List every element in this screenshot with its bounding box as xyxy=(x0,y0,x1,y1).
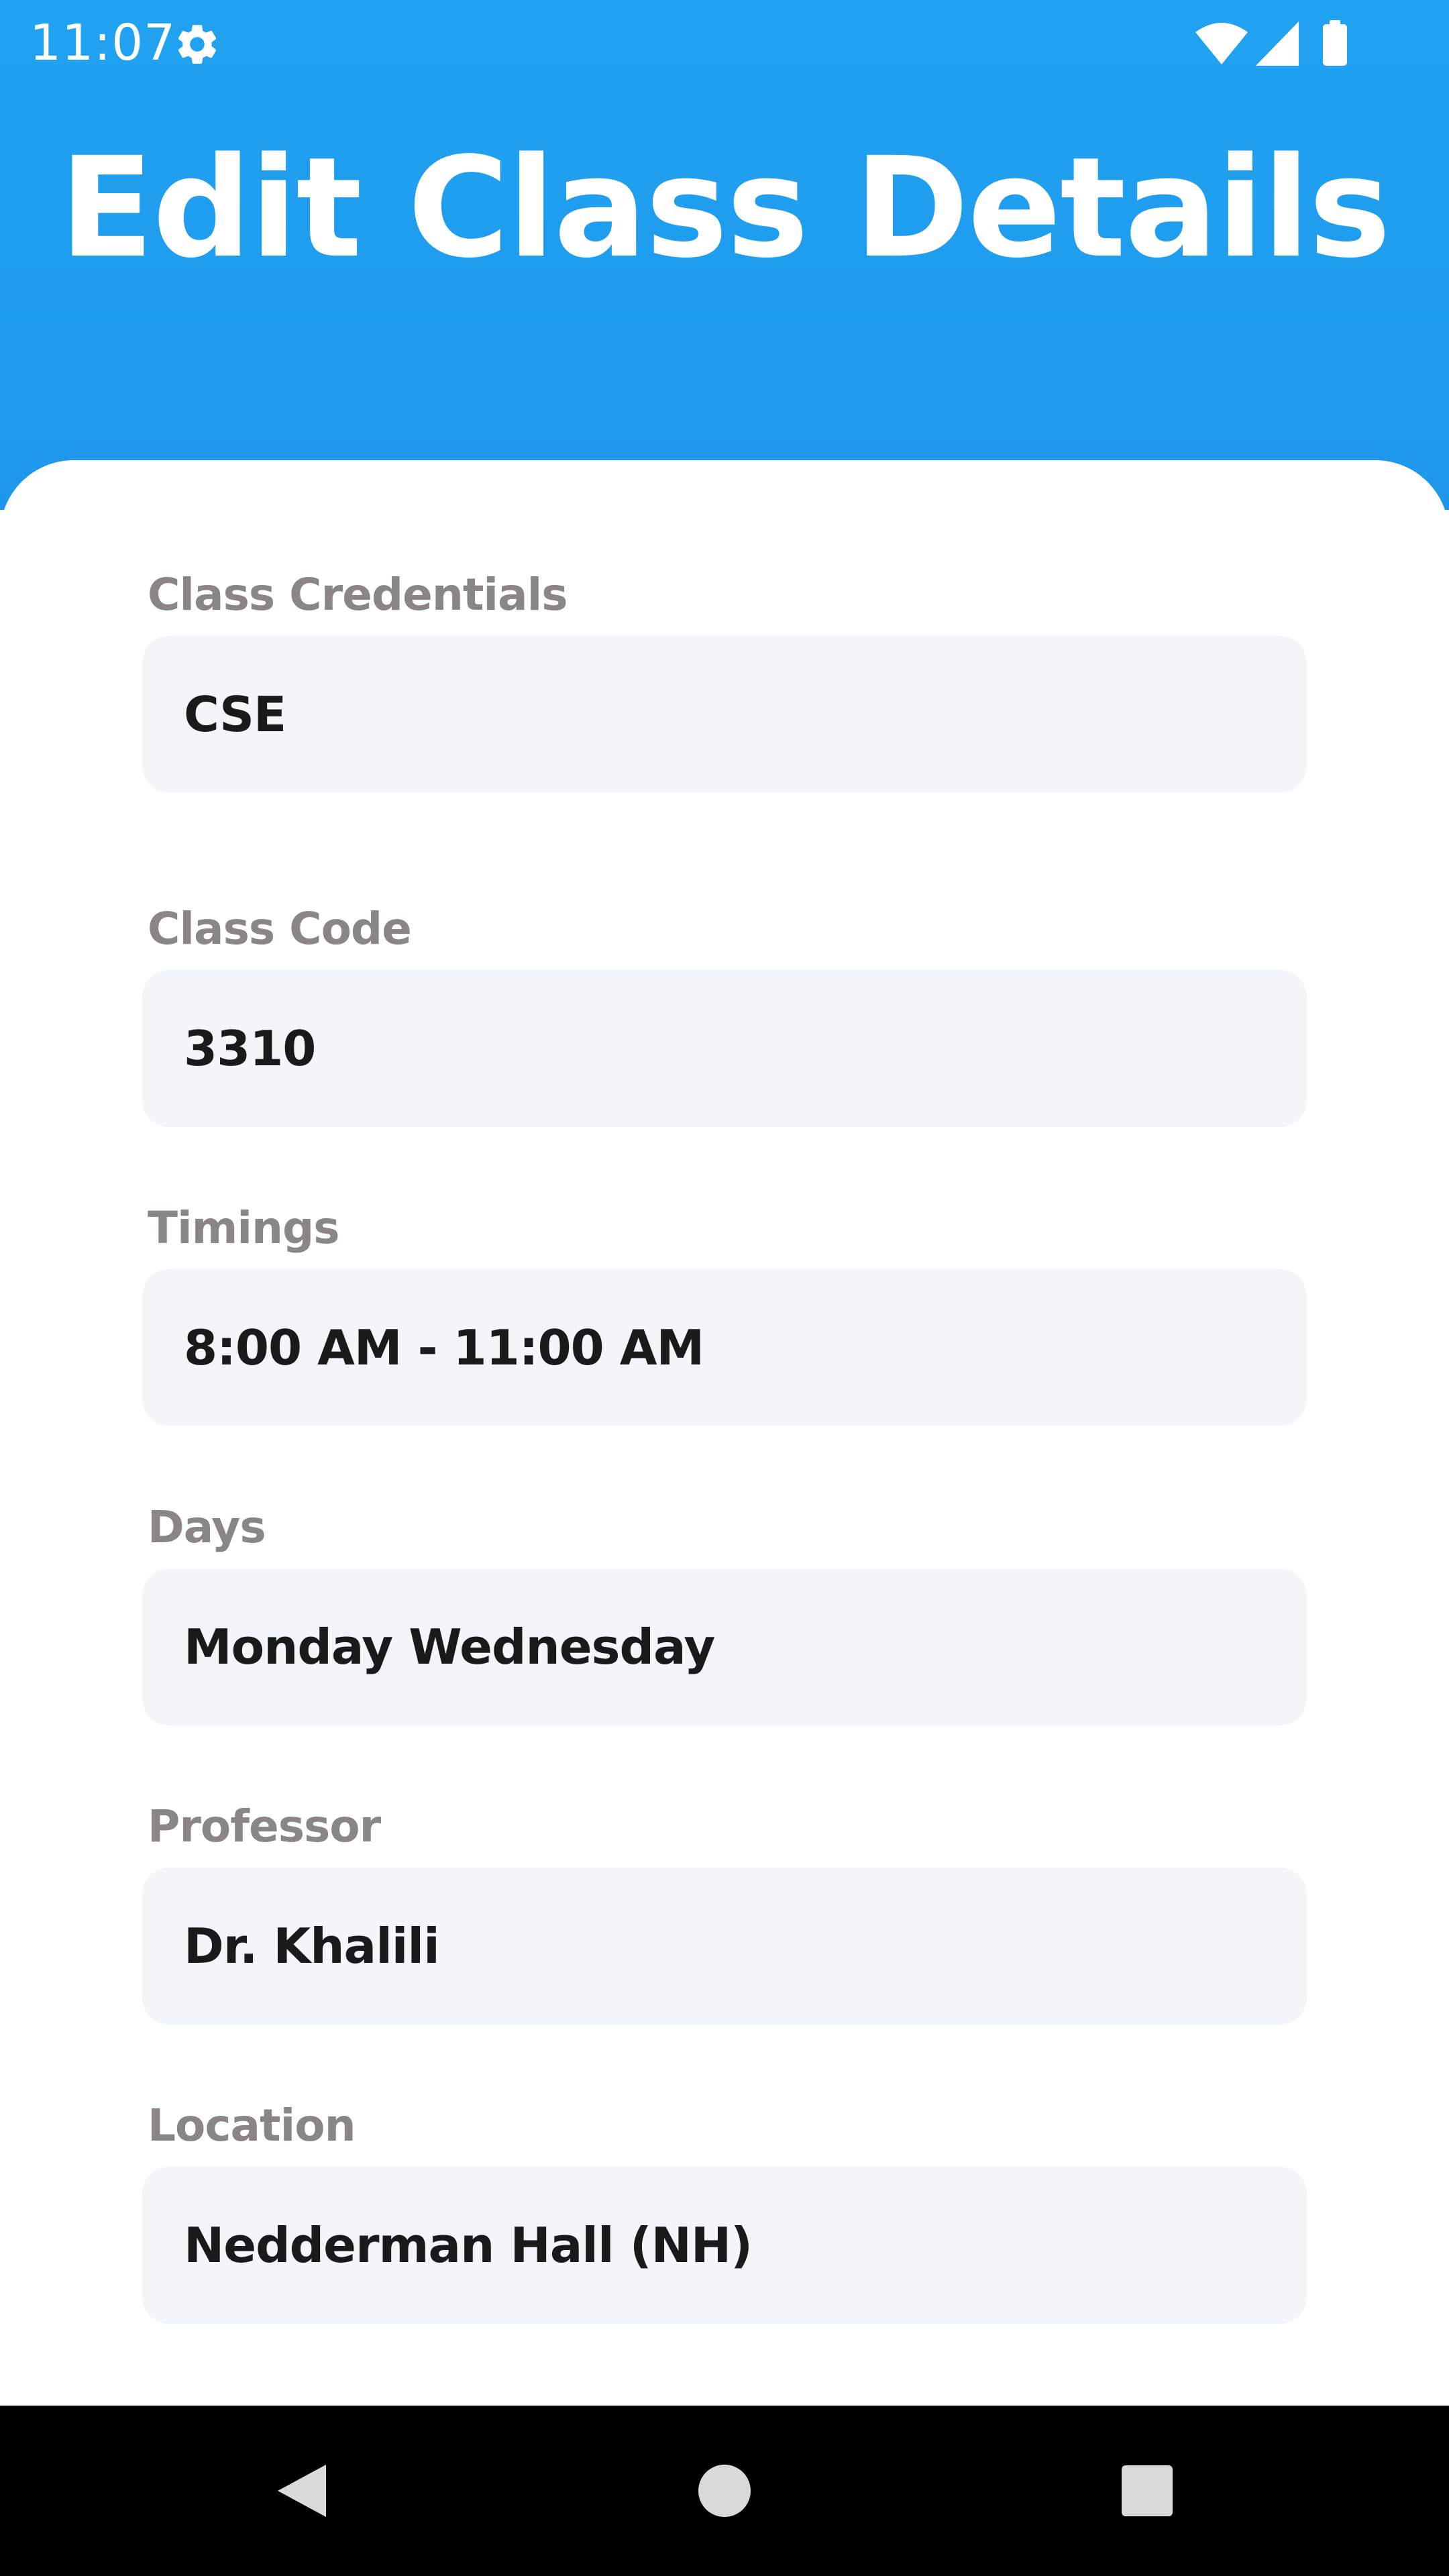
timings-value[interactable]: 8:00 AM - 11:00 AM xyxy=(184,1269,704,1426)
days-value[interactable]: Monday Wednesday xyxy=(184,1568,715,1725)
class-code-field[interactable]: 3310 xyxy=(142,970,1307,1127)
cell-signal-icon xyxy=(1256,21,1299,66)
status-bar: 11:07 xyxy=(0,0,1449,83)
class-credentials-label: Class Credentials xyxy=(148,569,568,621)
back-icon[interactable] xyxy=(268,2406,335,2576)
home-icon[interactable] xyxy=(691,2406,758,2576)
days-field[interactable]: Monday Wednesday xyxy=(142,1568,1307,1725)
class-code-label: Class Code xyxy=(148,903,412,955)
location-label: Location xyxy=(148,2100,356,2151)
timings-label: Timings xyxy=(148,1202,340,1254)
location-value[interactable]: Nedderman Hall (NH) xyxy=(184,2167,753,2324)
system-navigation-bar xyxy=(0,2406,1449,2576)
wifi-icon xyxy=(1195,23,1248,64)
form-card: Class Credentials CSE Class Code 3310 Ti… xyxy=(0,460,1449,2406)
battery-icon xyxy=(1323,20,1347,66)
timings-field[interactable]: 8:00 AM - 11:00 AM xyxy=(142,1269,1307,1426)
gear-icon xyxy=(178,25,217,64)
header: 11:07 Edit Class Details xyxy=(0,0,1449,510)
class-credentials-value[interactable]: CSE xyxy=(184,636,286,793)
location-field[interactable]: Nedderman Hall (NH) xyxy=(142,2167,1307,2324)
professor-value[interactable]: Dr. Khalili xyxy=(184,1868,440,2025)
page-title: Edit Class Details xyxy=(59,127,1391,288)
class-credentials-field[interactable]: CSE xyxy=(142,636,1307,793)
edit-class-screen: 11:07 Edit Class Details Class Credentia… xyxy=(0,0,1449,2576)
status-time: 11:07 xyxy=(30,14,176,72)
professor-label: Professor xyxy=(148,1801,381,1852)
professor-field[interactable]: Dr. Khalili xyxy=(142,1868,1307,2025)
recents-icon[interactable] xyxy=(1114,2406,1181,2576)
class-code-value[interactable]: 3310 xyxy=(184,970,316,1127)
days-label: Days xyxy=(148,1501,266,1553)
